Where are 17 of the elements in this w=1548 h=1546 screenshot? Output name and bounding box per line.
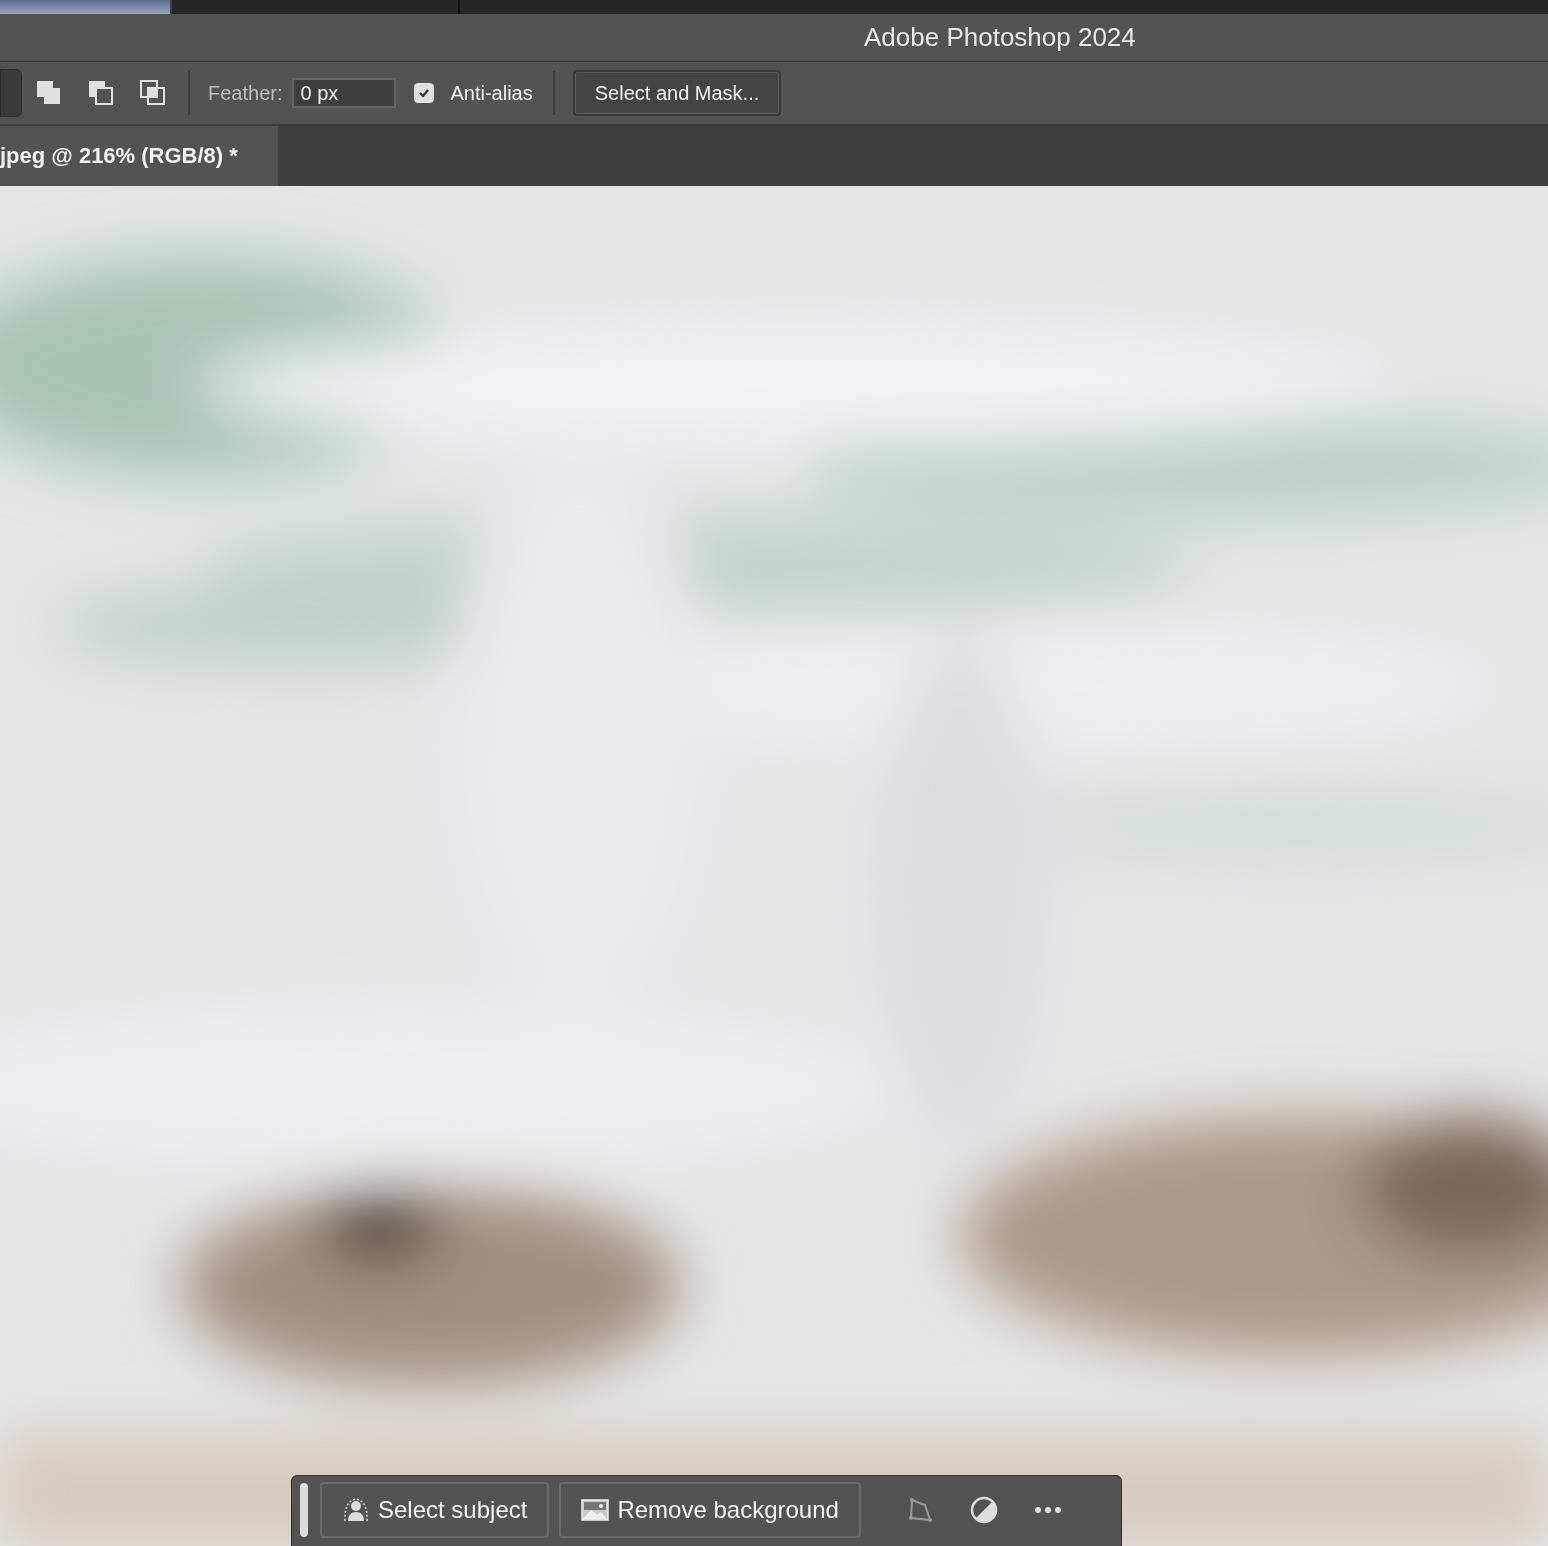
remove-background-button[interactable]: Remove background xyxy=(559,1482,861,1538)
person-icon xyxy=(342,1497,370,1523)
anti-alias-checkbox[interactable] xyxy=(414,83,435,103)
feather-label: Feather: xyxy=(208,81,283,105)
contrast-icon[interactable] xyxy=(968,1495,999,1525)
window-title: Adobe Photoshop 2024 xyxy=(864,22,1136,53)
drag-handle[interactable] xyxy=(300,1483,308,1537)
more-icon[interactable] xyxy=(1032,1505,1063,1515)
document-tab[interactable]: jpeg @ 216% (RGB/8) * xyxy=(0,126,278,186)
select-subject-button[interactable]: Select subject xyxy=(320,1482,550,1538)
intersect-selection-icon[interactable] xyxy=(138,78,168,108)
thumbnail-tab[interactable] xyxy=(0,0,170,14)
feather-field[interactable]: 0 px xyxy=(292,78,397,108)
subtract-from-selection-icon[interactable] xyxy=(86,78,116,108)
select-and-mask-button[interactable]: Select and Mask... xyxy=(572,70,782,116)
anti-alias-label: Anti-alias xyxy=(450,81,533,105)
image-icon xyxy=(581,1499,610,1521)
